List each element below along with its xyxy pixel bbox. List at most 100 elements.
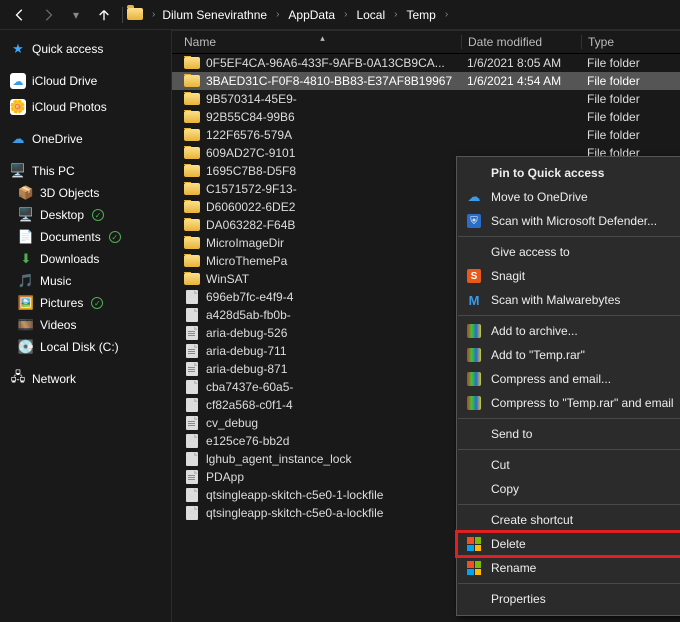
file-type: File folder xyxy=(581,56,680,70)
sidebar-item-this-pc[interactable]: 🖥️This PC xyxy=(0,160,171,182)
sidebar-item-icloud-drive[interactable]: ☁iCloud Drive xyxy=(0,70,171,92)
file-type: File folder xyxy=(581,74,680,88)
ctx-compress-email[interactable]: Compress and email... xyxy=(457,367,680,391)
ctx-properties[interactable]: Properties xyxy=(457,587,680,611)
file-list[interactable]: 0F5EF4CA-96A6-433F-9AFB-0A13CB9CA... 1/6/… xyxy=(172,54,680,522)
sidebar-item-network[interactable]: 🖧Network xyxy=(0,368,171,390)
file-name: 696eb7fc-e4f9-4 xyxy=(206,290,293,304)
file-name: D6060022-6DE2 xyxy=(206,200,295,214)
file-icon xyxy=(184,380,200,394)
folder-icon xyxy=(184,110,200,124)
ctx-pin-quick-access[interactable]: Pin to Quick access xyxy=(457,161,680,185)
file-name: 3BAED31C-F0F8-4810-BB83-E37AF8B19967 xyxy=(206,74,452,88)
file-name: a428d5ab-fb0b- xyxy=(206,308,291,322)
file-name: 122F6576-579A xyxy=(206,128,292,142)
pc-icon: 🖥️ xyxy=(10,163,26,179)
ctx-scan-defender[interactable]: ⛨Scan with Microsoft Defender... xyxy=(457,209,680,233)
file-name: cf82a568-c0f1-4 xyxy=(206,398,293,412)
pictures-icon: 🖼️ xyxy=(18,295,34,311)
file-icon xyxy=(184,398,200,412)
winrar-icon xyxy=(465,394,483,412)
file-row[interactable]: 3BAED31C-F0F8-4810-BB83-E37AF8B19967 1/6/… xyxy=(172,72,680,90)
ctx-delete[interactable]: Delete xyxy=(457,532,680,556)
ctx-cut[interactable]: Cut xyxy=(457,453,680,477)
ctx-send-to[interactable]: Send to〉 xyxy=(457,422,680,446)
file-name: lghub_agent_instance_lock xyxy=(206,452,351,466)
back-button[interactable] xyxy=(8,3,32,27)
chevron-right-icon: › xyxy=(149,9,158,20)
recent-dropdown[interactable]: ▾ xyxy=(64,3,88,27)
file-name: aria-debug-526 xyxy=(206,326,287,340)
column-headers[interactable]: ▴Name Date modified Type xyxy=(172,30,680,54)
file-name: C1571572-9F13- xyxy=(206,182,297,196)
file-name: 0F5EF4CA-96A6-433F-9AFB-0A13CB9CA... xyxy=(206,56,445,70)
sidebar-item-onedrive[interactable]: ☁OneDrive xyxy=(0,128,171,150)
file-row[interactable]: 92B55C84-99B6File folder xyxy=(172,108,680,126)
defender-icon: ⛨ xyxy=(465,212,483,230)
file-row[interactable]: 122F6576-579A File folder xyxy=(172,126,680,144)
ctx-add-rar[interactable]: Add to "Temp.rar" xyxy=(457,343,680,367)
downloads-icon: ⬇ xyxy=(18,251,34,267)
file-type: File folder xyxy=(581,128,680,142)
file-type: File folder xyxy=(581,92,680,106)
ctx-add-archive[interactable]: Add to archive... xyxy=(457,319,680,343)
text-file-icon xyxy=(184,326,200,340)
sort-asc-icon: ▴ xyxy=(320,33,325,44)
file-name: aria-debug-711 xyxy=(206,344,287,358)
sidebar-item-3d-objects[interactable]: 📦3D Objects xyxy=(0,182,171,204)
sidebar-item-pictures[interactable]: 🖼️Pictures✓ xyxy=(0,292,171,314)
sidebar-item-local-disk[interactable]: 💽Local Disk (C:) xyxy=(0,336,171,358)
sync-ok-icon: ✓ xyxy=(92,209,104,221)
file-name: 1695C7B8-D5F8 xyxy=(206,164,296,178)
winrar-icon xyxy=(465,370,483,388)
onedrive-icon: ☁ xyxy=(465,188,483,206)
star-icon: ★ xyxy=(10,41,26,57)
text-file-icon xyxy=(184,362,200,376)
ctx-copy[interactable]: Copy xyxy=(457,477,680,501)
file-name: 9B570314-45E9- xyxy=(206,92,297,106)
file-icon xyxy=(184,452,200,466)
sidebar-item-documents[interactable]: 📄Documents✓ xyxy=(0,226,171,248)
file-name: cv_debug xyxy=(206,416,258,430)
sidebar-item-downloads[interactable]: ⬇Downloads xyxy=(0,248,171,270)
breadcrumb[interactable]: Dilum Senevirathne› AppData› Local› Temp… xyxy=(158,6,451,24)
file-name: MicroImageDir xyxy=(206,236,284,250)
file-icon xyxy=(184,308,200,322)
file-row[interactable]: 9B570314-45E9- File folder xyxy=(172,90,680,108)
file-name: cba7437e-60a5- xyxy=(206,380,293,394)
ctx-move-onedrive[interactable]: ☁Move to OneDrive xyxy=(457,185,680,209)
sidebar-item-videos[interactable]: 🎞️Videos xyxy=(0,314,171,336)
ctx-snagit[interactable]: SSnagit〉 xyxy=(457,264,680,288)
icloud-photos-icon: 🌼 xyxy=(10,99,26,115)
sidebar-item-icloud-photos[interactable]: 🌼iCloud Photos xyxy=(0,96,171,118)
sync-ok-icon: ✓ xyxy=(91,297,103,309)
ctx-malwarebytes[interactable]: MScan with Malwarebytes xyxy=(457,288,680,312)
music-icon: 🎵 xyxy=(18,273,34,289)
folder-icon xyxy=(184,200,200,214)
folder-icon xyxy=(184,74,200,88)
sidebar-item-music[interactable]: 🎵Music xyxy=(0,270,171,292)
ctx-create-shortcut[interactable]: Create shortcut xyxy=(457,508,680,532)
ctx-give-access[interactable]: Give access to〉 xyxy=(457,240,680,264)
folder-icon xyxy=(127,8,143,22)
context-menu: Pin to Quick access ☁Move to OneDrive ⛨S… xyxy=(456,156,680,616)
file-row[interactable]: 0F5EF4CA-96A6-433F-9AFB-0A13CB9CA...1/6/… xyxy=(172,54,680,72)
winrar-icon xyxy=(465,346,483,364)
file-name: qtsingleapp-skitch-c5e0-a-lockfile xyxy=(206,506,383,520)
forward-button[interactable] xyxy=(36,3,60,27)
folder-icon xyxy=(184,218,200,232)
file-name: PDApp xyxy=(206,470,244,484)
file-name: WinSAT xyxy=(206,272,249,286)
sidebar-item-quick-access[interactable]: ★Quick access xyxy=(0,38,171,60)
sidebar-item-desktop[interactable]: 🖥️Desktop✓ xyxy=(0,204,171,226)
ctx-rename[interactable]: Rename xyxy=(457,556,680,580)
file-date: 1/6/2021 4:54 AM xyxy=(461,74,581,88)
videos-icon: 🎞️ xyxy=(18,317,34,333)
ctx-compress-rar-email[interactable]: Compress to "Temp.rar" and email xyxy=(457,391,680,415)
windows-flag-icon xyxy=(465,559,483,577)
folder-icon xyxy=(184,182,200,196)
windows-flag-icon xyxy=(465,535,483,553)
file-icon xyxy=(184,506,200,520)
up-button[interactable] xyxy=(92,3,116,27)
file-name: aria-debug-871 xyxy=(206,362,287,376)
